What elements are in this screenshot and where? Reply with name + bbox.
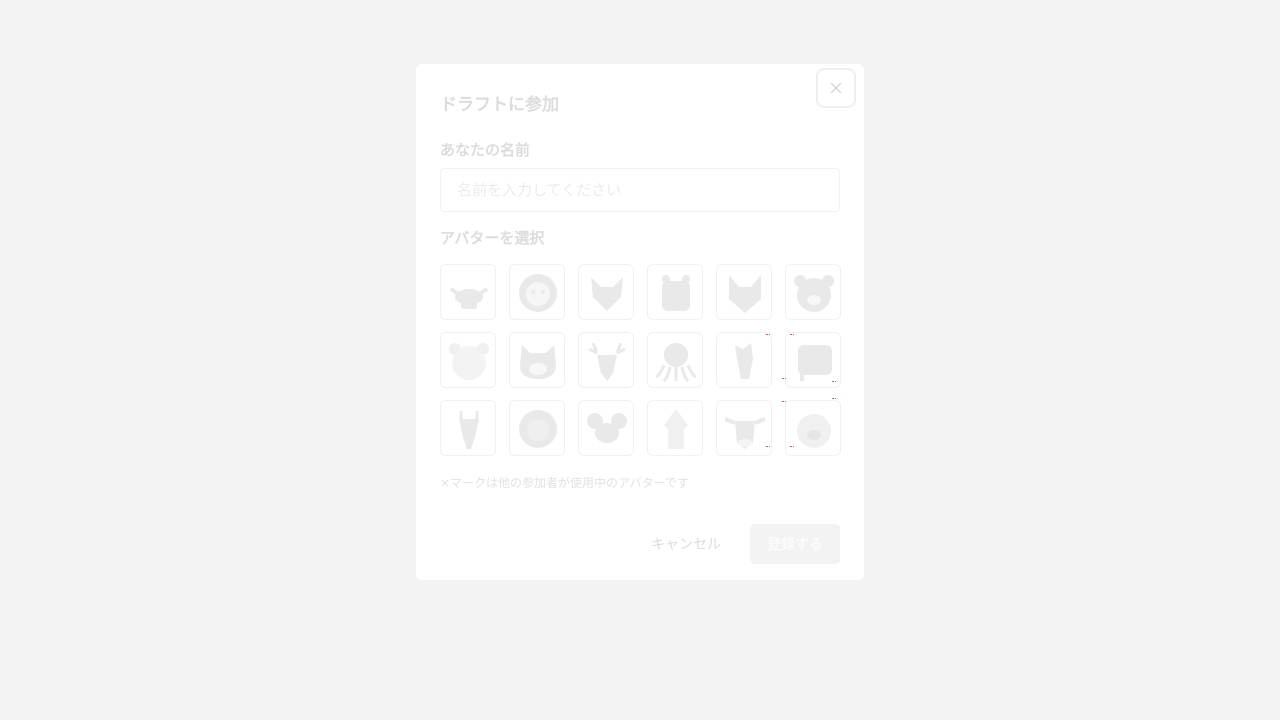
elephant-icon (798, 345, 832, 381)
name-label: あなたの名前 (440, 141, 531, 159)
name-input[interactable] (440, 168, 840, 212)
selection-marker (832, 381, 836, 385)
horse-icon (735, 343, 753, 379)
close-button[interactable] (816, 68, 856, 108)
avatar-option-squid[interactable] (647, 400, 703, 456)
avatar-option-bear[interactable] (785, 264, 841, 320)
avatar-note: ×マークは他の参加者が使用中のアバターです (440, 476, 689, 490)
avatar-option-octopus[interactable] (647, 332, 703, 388)
lion-mane-icon (519, 410, 557, 448)
avatar-option-lion[interactable] (509, 264, 565, 320)
wolf-icon (729, 275, 761, 313)
squid-icon (664, 409, 688, 449)
close-icon (830, 82, 842, 94)
avatar-option-fox[interactable] (578, 264, 634, 320)
cancel-button[interactable]: キャンセル (638, 524, 734, 564)
selection-marker (766, 334, 770, 338)
avatar-grid (440, 264, 841, 456)
avatar-option-bull[interactable] (440, 264, 496, 320)
selection-marker (782, 378, 786, 382)
bear-icon (794, 275, 834, 312)
submit-button[interactable]: 登録する (750, 524, 840, 564)
avatar-option-mouse[interactable] (578, 400, 634, 456)
cat-icon (520, 345, 556, 379)
bull-icon (449, 287, 489, 309)
avatar-option-deer[interactable] (578, 332, 634, 388)
giraffe-icon (459, 411, 479, 449)
cow-icon (724, 417, 766, 449)
avatar-option-lion2[interactable] (509, 400, 565, 456)
pig-icon (797, 414, 831, 448)
avatar-option-cat[interactable] (509, 332, 565, 388)
deer-icon (588, 342, 626, 381)
selection-marker (782, 401, 786, 405)
avatar-label: アバターを選択 (440, 229, 545, 247)
avatar-option-hippo[interactable] (647, 264, 703, 320)
selection-marker (766, 446, 770, 450)
octopus-icon (655, 343, 697, 383)
hippo-icon (662, 275, 690, 311)
avatar-option-horse[interactable] (716, 332, 772, 388)
fox-icon (591, 277, 623, 311)
avatar-option-giraffe[interactable] (440, 400, 496, 456)
avatar-option-elephant[interactable] (785, 332, 841, 388)
avatar-option-cow[interactable] (716, 400, 772, 456)
mouse-icon (587, 413, 627, 443)
selection-marker (790, 446, 794, 450)
join-draft-dialog: ドラフトに参加 あなたの名前 アバターを選択 ×マークは他の参加者が使用中のアバ… (416, 64, 864, 580)
polar-bear-icon (449, 343, 489, 380)
dialog-title: ドラフトに参加 (440, 95, 559, 115)
lion-icon (519, 274, 557, 312)
selection-marker (790, 334, 794, 338)
avatar-option-wolf[interactable] (716, 264, 772, 320)
selection-marker (832, 398, 836, 402)
avatar-option-polar-bear[interactable] (440, 332, 496, 388)
